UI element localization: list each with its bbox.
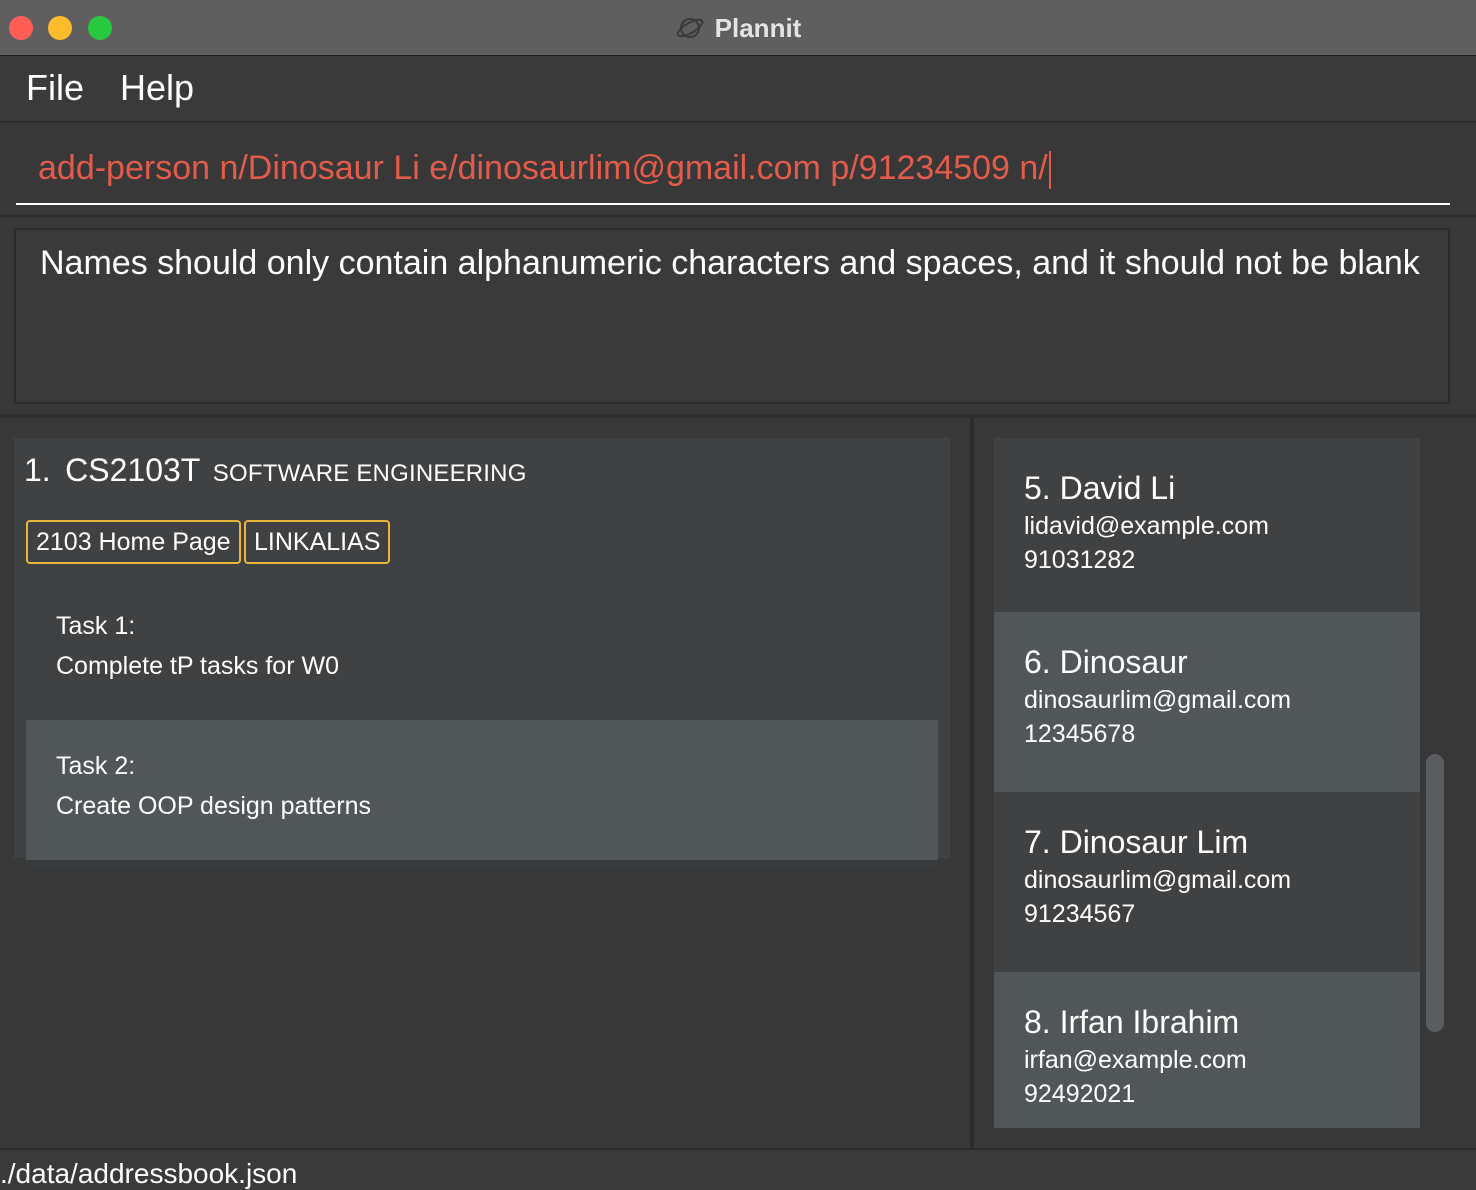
person-email: irfan@example.com — [1024, 1046, 1247, 1074]
result-message: Names should only contain alphanumeric c… — [40, 244, 1420, 282]
menu-file[interactable]: File — [26, 67, 84, 109]
text-caret — [1048, 151, 1051, 190]
person-name-text: David Li — [1059, 470, 1176, 506]
person-phone: 91031282 — [1024, 546, 1136, 574]
module-code: CS2103T — [65, 452, 201, 488]
person-phone: 91234567 — [1024, 900, 1136, 928]
person-list-panel: 5. David Li lidavid@example.com 91031282… — [974, 418, 1476, 1148]
task-label: Task 1: — [56, 612, 136, 640]
person-card[interactable]: 6. Dinosaur dinosaurlim@gmail.com 123456… — [994, 612, 1420, 792]
module-link-tag[interactable]: 2103 Home Page — [26, 520, 241, 564]
person-name: 6. Dinosaur — [1024, 644, 1188, 681]
command-text: add-person n/Dinosaur Li e/dinosaurlim@g… — [38, 149, 1048, 187]
person-index: 7. — [1024, 824, 1051, 860]
task-list-footer — [26, 860, 938, 868]
person-name-text: Irfan Ibrahim — [1059, 1004, 1240, 1040]
task-item[interactable]: Task 1: Complete tP tasks for W0 — [26, 580, 938, 720]
module-header: 1. CS2103T SOFTWARE ENGINEERING — [24, 452, 527, 489]
person-name: 7. Dinosaur Lim — [1024, 824, 1248, 861]
person-name-text: Dinosaur Lim — [1059, 824, 1249, 860]
person-email: dinosaurlim@gmail.com — [1024, 686, 1292, 714]
module-card[interactable]: 1. CS2103T SOFTWARE ENGINEERING 2103 Hom… — [14, 438, 950, 868]
person-index: 6. — [1024, 644, 1051, 680]
person-phone: 92492021 — [1024, 1080, 1136, 1108]
person-name-text: Dinosaur — [1059, 644, 1188, 680]
person-phone: 12345678 — [1024, 720, 1136, 748]
person-card[interactable]: 7. Dinosaur Lim dinosaurlim@gmail.com 91… — [994, 792, 1420, 972]
person-index: 5. — [1024, 470, 1051, 506]
data-file-path: ./data/addressbook.json — [0, 1158, 298, 1189]
person-name: 8. Irfan Ibrahim — [1024, 1004, 1239, 1041]
module-list-panel: 1. CS2103T SOFTWARE ENGINEERING 2103 Hom… — [0, 418, 970, 1148]
command-box: add-person n/Dinosaur Li e/dinosaurlim@g… — [0, 123, 1476, 217]
app-window: Plannit File Help add-person n/Dinosaur … — [0, 0, 1476, 1190]
status-bar: ./data/addressbook.json — [0, 1148, 1476, 1190]
menu-help[interactable]: Help — [120, 67, 194, 109]
module-title: SOFTWARE ENGINEERING — [212, 460, 527, 487]
person-card[interactable]: 8. Irfan Ibrahim irfan@example.com 92492… — [994, 972, 1420, 1128]
person-email: dinosaurlim@gmail.com — [1024, 866, 1292, 894]
module-link-tag[interactable]: LINKALIAS — [244, 520, 391, 564]
person-email: lidavid@example.com — [1024, 512, 1269, 540]
person-card[interactable]: 5. David Li lidavid@example.com 91031282 — [994, 438, 1420, 618]
person-list-scrollbar[interactable] — [1426, 754, 1444, 1032]
result-display: Names should only contain alphanumeric c… — [14, 228, 1450, 404]
task-item[interactable]: Task 2: Create OOP design patterns — [26, 720, 938, 860]
person-name: 5. David Li — [1024, 470, 1175, 507]
person-index: 8. — [1024, 1004, 1051, 1040]
module-index: 1. — [24, 452, 51, 488]
planet-icon — [676, 18, 704, 38]
menu-bar: File Help — [0, 57, 1476, 123]
title-bar: Plannit — [0, 0, 1476, 56]
title-group: Plannit — [0, 8, 1476, 48]
task-label: Task 2: — [56, 752, 136, 780]
command-input[interactable]: add-person n/Dinosaur Li e/dinosaurlim@g… — [16, 143, 1450, 205]
task-description: Create OOP design patterns — [56, 792, 371, 820]
window-title: Plannit — [714, 12, 802, 43]
task-description: Complete tP tasks for W0 — [56, 652, 339, 680]
